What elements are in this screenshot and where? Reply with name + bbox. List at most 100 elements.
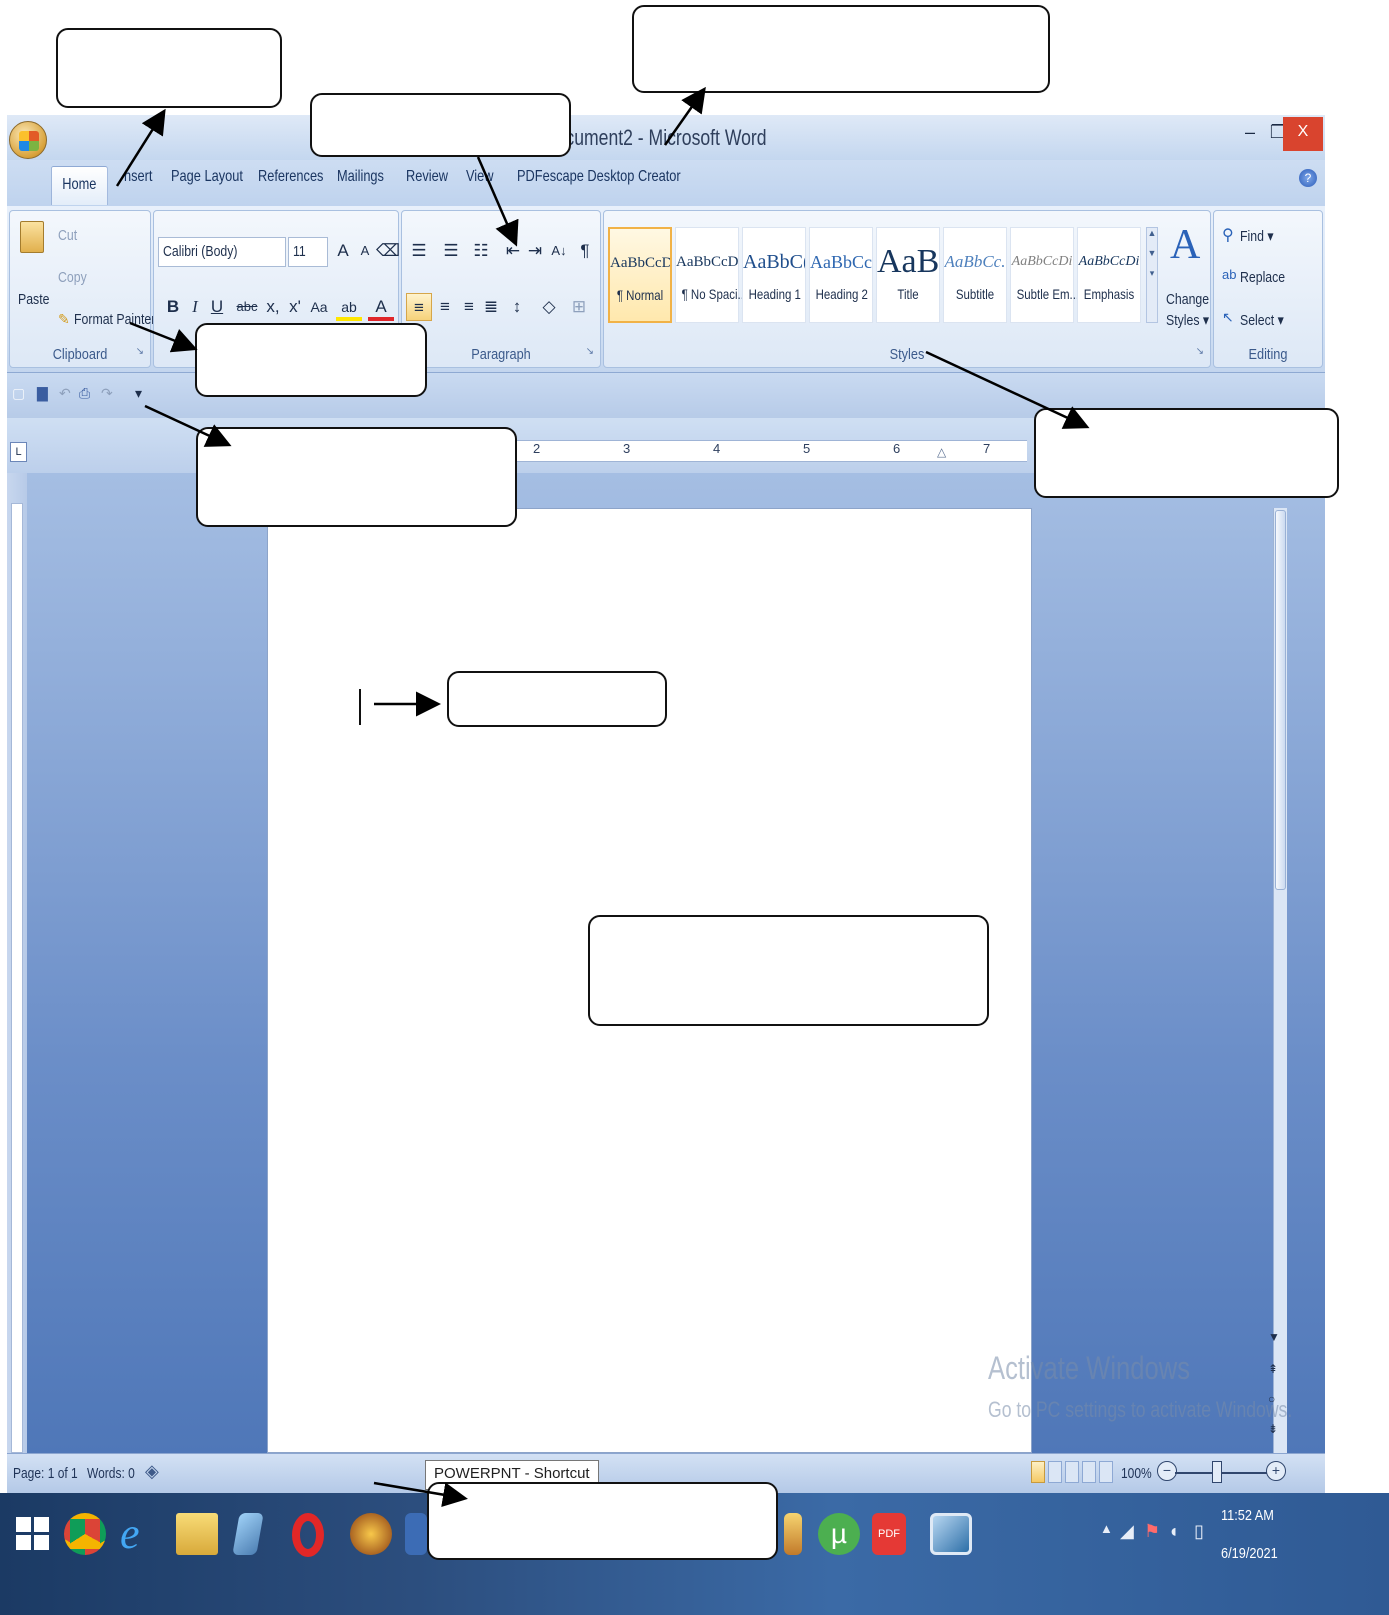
powerpoint-shortcut-icon[interactable] [405,1513,427,1555]
app-icon[interactable] [232,1513,264,1555]
print-layout-view-icon[interactable] [1031,1461,1045,1483]
bullets-icon[interactable]: ☰ [406,237,432,265]
shading-icon[interactable]: ◇ [536,293,562,321]
zoom-slider-thumb[interactable] [1212,1461,1222,1483]
style-normal[interactable]: AaBbCcDc ¶ Normal [608,227,672,323]
help-icon[interactable]: ? [1299,169,1317,187]
utorrent-icon[interactable]: µ [818,1513,860,1555]
redo-icon[interactable]: ↷ [101,385,119,405]
style-heading-2[interactable]: AaBbCc Heading 2 [809,227,873,323]
style-subtle-emphasis[interactable]: AaBbCcDi Subtle Em... [1010,227,1079,323]
customize-toolbar-icon[interactable]: ▾ [135,385,153,405]
superscript-button[interactable]: x' [282,293,308,321]
chrome-icon[interactable] [64,1513,106,1555]
security-icon[interactable]: ⚑ [1144,1521,1160,1542]
borders-icon[interactable]: ⊞ [566,293,592,321]
print-preview-icon[interactable]: ⎙ [79,385,97,405]
paste-icon[interactable] [20,221,44,253]
tab-page-layout[interactable]: Page Layout [171,168,243,186]
web-layout-view-icon[interactable] [1065,1461,1079,1483]
change-styles-label-1[interactable]: Change [1166,291,1209,308]
styles-launcher-icon[interactable]: ↘ [1196,346,1204,357]
outline-view-icon[interactable] [1082,1461,1096,1483]
cut-button[interactable]: Cut [58,227,77,244]
increase-indent-icon[interactable]: ⇥ [522,237,548,265]
zoom-level[interactable]: 100% [1121,1465,1152,1482]
vertical-scrollbar[interactable] [1273,508,1287,1453]
paragraph-launcher-icon[interactable]: ↘ [586,346,594,357]
replace-button[interactable]: Replace [1240,269,1285,286]
tab-view[interactable]: View [466,168,494,186]
clock-time[interactable]: 11:52 AM [1221,1507,1274,1524]
align-left-icon[interactable]: ≡ [406,293,432,321]
change-styles-icon[interactable]: A [1170,221,1200,269]
undo-icon[interactable]: ↶ [59,385,77,405]
font-name-field[interactable]: Calibri (Body) [158,237,286,267]
save-icon[interactable]: ▇ [37,385,55,405]
next-page-icon[interactable]: ⇟ [1268,1422,1278,1436]
style-title[interactable]: AaB Title [876,227,940,323]
justify-icon[interactable]: ≣ [478,293,504,321]
tab-pdfescape[interactable]: PDFescape Desktop Creator [517,168,681,186]
full-screen-view-icon[interactable] [1048,1461,1062,1483]
align-center-icon[interactable]: ≡ [432,293,458,321]
pdf-app-icon[interactable]: PDF [872,1513,906,1555]
paste-button[interactable]: Paste [18,291,49,308]
change-styles-label-2[interactable]: Styles ▾ [1166,311,1209,329]
internet-explorer-icon[interactable]: e [120,1512,162,1556]
game-icon[interactable] [350,1513,392,1555]
change-case-button[interactable]: Aa [306,293,332,321]
highlight-button[interactable]: ab [336,293,362,321]
find-button[interactable]: Find ▾ [1240,227,1274,245]
line-spacing-icon[interactable]: ↕ [504,293,530,321]
select-button[interactable]: Select ▾ [1240,311,1284,329]
tab-review[interactable]: Review [406,168,448,186]
start-icon[interactable] [12,1513,54,1555]
right-indent-marker-icon[interactable]: △ [937,445,946,459]
scroll-thumb[interactable] [1275,510,1286,890]
clear-formatting-icon[interactable]: ⌫ [375,237,401,265]
zoom-in-button[interactable]: + [1266,1461,1286,1481]
strikethrough-button[interactable]: abc [234,293,260,321]
underline-button[interactable]: U [204,293,230,321]
volume-icon[interactable]: ◖ [1168,1521,1179,1542]
tab-mailings[interactable]: Mailings [337,168,384,186]
previous-page-icon[interactable]: ⇞ [1268,1362,1278,1376]
font-color-button[interactable]: A [368,293,394,321]
network-icon[interactable]: ◢ [1120,1521,1134,1542]
page-count[interactable]: Page: 1 of 1 [13,1465,78,1482]
office-button[interactable] [9,121,47,159]
style-no-spacing[interactable]: AaBbCcDc ¶ No Spaci... [675,227,747,323]
proofing-icon[interactable]: ◈ [145,1461,159,1482]
format-painter-button[interactable]: Format Painter [74,311,155,328]
styles-scroll-icon[interactable]: ▲ ▼ ▾ [1146,227,1158,323]
photos-icon[interactable] [930,1513,972,1555]
clock-date[interactable]: 6/19/2021 [1221,1545,1278,1562]
zoom-out-button[interactable]: − [1157,1461,1177,1481]
multilevel-list-icon[interactable]: ☷ [468,237,494,265]
clipboard-launcher-icon[interactable]: ↘ [136,346,144,357]
font-size-field[interactable]: 11 [288,237,328,267]
word-count[interactable]: Words: 0 [87,1465,135,1482]
tab-home[interactable]: Home [51,166,108,205]
app-icon-2[interactable] [784,1513,802,1555]
style-subtitle[interactable]: AaBbCc. Subtitle [943,227,1007,323]
tab-insert[interactable]: nsert [124,168,152,186]
tab-selector-button[interactable]: L [10,442,27,462]
tab-references[interactable]: References [258,168,323,186]
tray-up-arrow-icon[interactable]: ▲ [1100,1521,1113,1536]
vertical-ruler-strip[interactable] [11,503,23,1453]
file-explorer-icon[interactable] [176,1513,218,1555]
draft-view-icon[interactable] [1099,1461,1113,1483]
scroll-down-icon[interactable]: ▼ [1268,1330,1280,1344]
opera-icon[interactable] [292,1513,324,1557]
battery-icon[interactable]: ▯ [1194,1521,1204,1542]
copy-button[interactable]: Copy [58,269,87,286]
sort-button[interactable]: A↓ [546,237,572,265]
minimize-button[interactable]: – [1236,117,1264,151]
style-heading-1[interactable]: AaBbC( Heading 1 [742,227,806,323]
new-document-icon[interactable]: ▢ [12,385,30,405]
numbering-icon[interactable]: ☰ [438,237,464,265]
style-emphasis[interactable]: AaBbCcDi Emphasis [1077,227,1141,323]
show-marks-button[interactable]: ¶ [572,237,598,265]
